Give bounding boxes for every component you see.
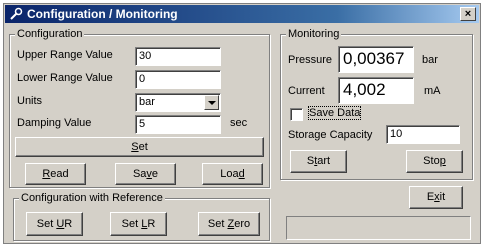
set-ur-label: Set [36, 218, 57, 230]
read-button[interactable]: Read [25, 163, 86, 185]
pressure-label: Pressure [288, 54, 333, 66]
save-data-checkbox[interactable] [290, 108, 303, 121]
set-button-label-rest: et [138, 141, 148, 153]
units-select[interactable]: bar [135, 93, 221, 112]
reference-legend: Configuration with Reference [19, 192, 165, 204]
set-button[interactable]: Set [15, 137, 264, 157]
monitoring-group: Monitoring Pressure 0,00367 bar Current … [280, 28, 473, 180]
read-button-label-rest: ead [50, 168, 69, 180]
stop-mnemonic: p [439, 155, 446, 167]
set-ur-button[interactable]: Set UR [26, 212, 83, 236]
status-box [286, 216, 471, 240]
set-button-mnemonic: S [131, 141, 139, 153]
start-button[interactable]: Start [290, 150, 347, 173]
units-selected-value: bar [139, 96, 155, 108]
damping-unit: sec [230, 117, 248, 129]
load-button-mnemonic: d [238, 168, 245, 180]
chevron-down-icon[interactable] [204, 95, 219, 110]
stop-button[interactable]: Stop [406, 150, 463, 173]
load-button[interactable]: Load [202, 163, 263, 185]
save-button-label-rest: e [151, 168, 159, 180]
monitoring-legend: Monitoring [286, 28, 342, 40]
window-title: Configuration / Monitoring [27, 7, 178, 21]
close-button[interactable]: × [460, 7, 476, 21]
current-display: 4,002 [338, 77, 414, 104]
set-lr-button[interactable]: Set LR [110, 212, 167, 236]
save-button-label: Sa [132, 168, 147, 180]
lower-range-label: Lower Range Value [17, 72, 113, 84]
configuration-legend: Configuration [15, 28, 85, 40]
config-monitoring-window: Configuration / Monitoring × Configurati… [3, 3, 481, 244]
damping-input[interactable]: 5 [135, 115, 221, 134]
stop-label: Sto [423, 155, 440, 167]
title-bar: Configuration / Monitoring × [5, 5, 479, 23]
upper-range-label: Upper Range Value [17, 49, 113, 61]
set-ur-label-rest: R [64, 218, 73, 230]
storage-capacity-input[interactable]: 10 [386, 125, 460, 144]
save-button[interactable]: Save [115, 163, 176, 185]
lower-range-input[interactable]: 0 [135, 70, 221, 89]
load-button-label: Loa [220, 168, 239, 180]
exit-button[interactable]: Exit [409, 186, 463, 209]
storage-capacity-label: Storage Capacity [288, 129, 373, 141]
wrench-icon [10, 7, 23, 20]
configuration-group: Configuration Upper Range Value 30 Lower… [9, 28, 270, 188]
set-lr-label: Set [121, 218, 142, 230]
set-zero-button[interactable]: Set Zero [198, 212, 260, 236]
start-label-rest: art [317, 155, 331, 167]
set-lr-label-rest: R [147, 218, 156, 230]
damping-label: Damping Value [17, 117, 92, 129]
current-unit: mA [424, 85, 441, 97]
set-zero-label-rest: ero [234, 218, 251, 230]
pressure-display: 0,00367 [338, 46, 414, 73]
reference-group: Configuration with Reference Set UR Set … [13, 192, 270, 241]
units-label: Units [17, 95, 43, 107]
pressure-unit: bar [422, 54, 438, 66]
set-zero-label: Set [207, 218, 228, 230]
current-label: Current [288, 85, 325, 97]
exit-label-rest: it [439, 191, 446, 203]
upper-range-input[interactable]: 30 [135, 47, 221, 66]
save-data-label[interactable]: Save Data [307, 106, 362, 120]
